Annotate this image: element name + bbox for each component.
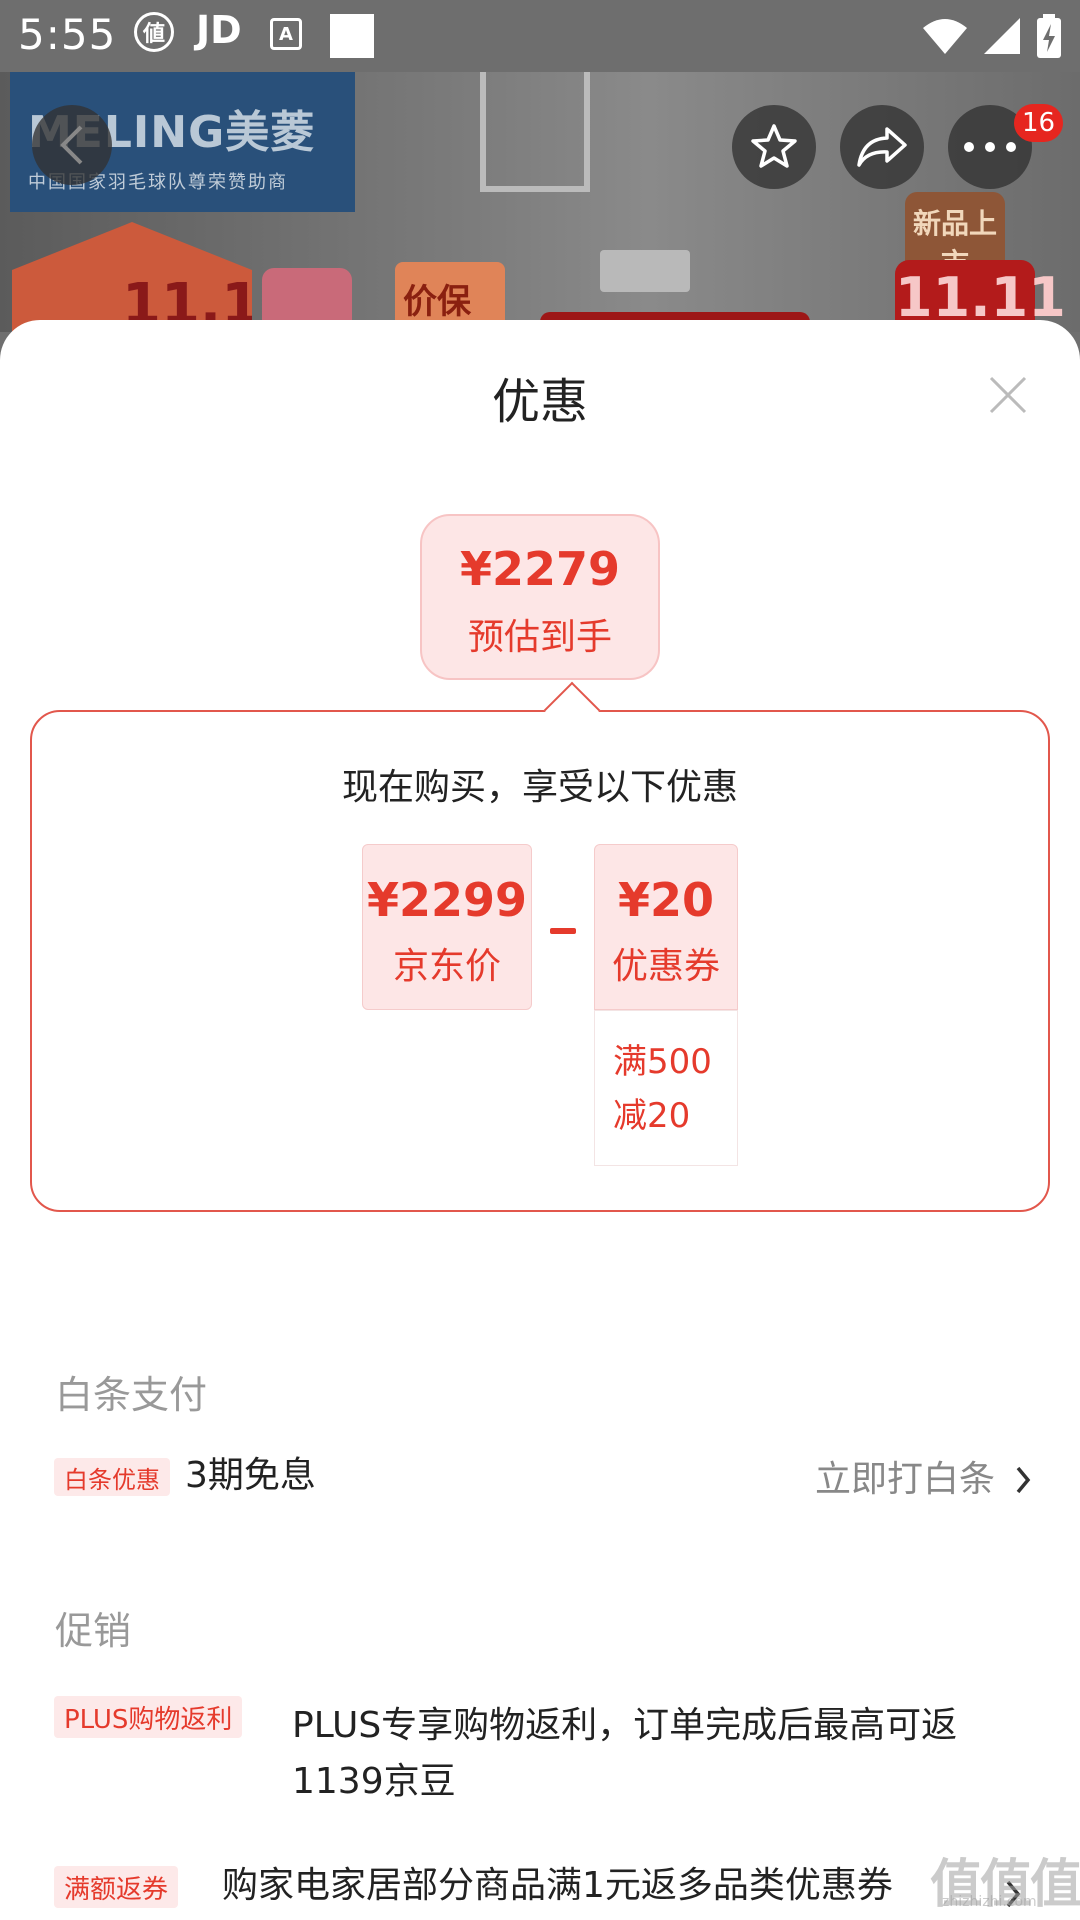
status-icons [922,14,1062,58]
chevron-right-icon[interactable] [1010,1462,1036,1498]
star-icon [751,124,797,168]
deal-breakdown-card: 现在购买，享受以下优惠 ¥2299 京东价 ¥20 优惠券 满500 减20 [30,681,1050,1212]
status-bar: 5:55 値 JD A [0,0,1080,72]
coupon-amount: ¥20 [617,873,715,927]
jd-price-label: 京东价 [392,946,501,987]
coupon-tile: ¥20 优惠券 [594,844,738,1010]
coupon-return-tag: 满额返券 [54,1866,179,1908]
message-count-badge: 16 [1014,104,1064,142]
coupon-label: 优惠券 [611,946,720,987]
watermark-url: zhizhizhi.com [942,1894,1037,1910]
share-button[interactable] [840,105,924,189]
battery-charging-icon [1037,14,1061,58]
favorite-button[interactable] [732,105,816,189]
jd-price-amount: ¥2299 [366,873,528,927]
deal-heading: 现在购买，享受以下优惠 [341,767,738,808]
plus-rebate-text-line2: 1139京豆 [292,1761,456,1802]
plus-rebate-tag: PLUS购物返利 [54,1696,243,1738]
wall-switch-image [600,250,690,292]
estimated-price: ¥2279 [459,542,621,596]
zhi-app-icon: 値 [134,12,174,52]
sheet-title: 优惠 [491,374,588,430]
estimated-price-box: ¥2279 预估到手 [420,514,660,680]
notification-square-icon [330,14,374,58]
baitiao-section-title: 白条支付 [55,1373,208,1417]
wifi-icon [923,19,967,54]
plus-rebate-text-line1: PLUS专享购物返利，订单完成后最高可返 [292,1705,958,1746]
baitiao-tag: 白条优惠 [54,1458,170,1496]
baitiao-action-link[interactable]: 立即打白条 [815,1450,995,1502]
promo-1111-house: 11.11 [12,222,252,332]
jd-app-icon: JD [196,8,242,52]
a-app-icon: A [270,18,302,50]
baitiao-text: 3期免息 [185,1455,316,1496]
signal-icon [984,18,1020,54]
discount-sheet: 优惠 ¥2279 预估到手 现在购买，享受以下优惠 ¥2299 京东价 ¥20 … [0,320,1080,1920]
back-button[interactable] [32,105,112,185]
estimated-price-label: 预估到手 [467,617,612,658]
status-time: 5:55 [18,10,117,59]
product-banner: MELING美菱 中国国家羽毛球队尊荣赞助商 11.11 价保 新品上市 11.… [0,72,1080,332]
more-dots-icon [964,142,1016,152]
towel-rack-image [480,72,590,192]
close-button[interactable] [985,372,1031,418]
coupon-condition-line1: 满500 [613,1042,712,1082]
coupon-condition: 满500 减20 [594,1010,738,1166]
promotion-section-title: 促销 [55,1609,132,1653]
coupon-return-text[interactable]: 购家电家居部分商品满1元返多品类优惠券 [222,1858,893,1914]
chevron-left-icon [60,125,83,165]
minus-sign [550,928,576,934]
card-pointer-notch [543,681,601,739]
jd-price-tile: ¥2299 京东价 [362,844,532,1010]
coupon-condition-line2: 减20 [613,1096,691,1136]
share-icon [857,127,907,167]
close-icon [989,376,1027,414]
